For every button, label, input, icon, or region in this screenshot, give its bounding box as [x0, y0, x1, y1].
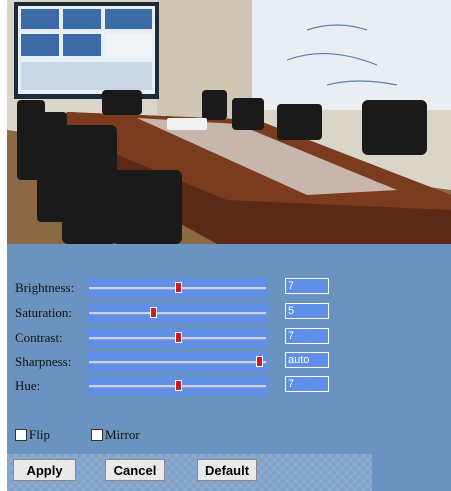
default-button[interactable]: Default — [197, 459, 257, 481]
brightness-slider[interactable] — [87, 278, 268, 298]
brightness-value-field[interactable]: 7 — [285, 278, 329, 294]
sharpness-slider[interactable] — [87, 352, 268, 372]
contrast-row: Contrast: 7 — [7, 328, 451, 348]
saturation-slider-thumb[interactable] — [150, 307, 158, 318]
contrast-slider-thumb[interactable] — [174, 332, 182, 343]
mirror-checkbox[interactable] — [91, 429, 103, 441]
saturation-row: Saturation: 5 — [7, 303, 451, 323]
hue-slider-thumb[interactable] — [174, 380, 182, 391]
brightness-label: Brightness: — [15, 280, 75, 295]
flip-checkbox[interactable] — [15, 429, 27, 441]
sharpness-label: Sharpness: — [15, 354, 72, 369]
apply-button[interactable]: Apply — [13, 459, 76, 481]
brightness-slider-thumb[interactable] — [174, 282, 182, 293]
mirror-option[interactable]: Mirror — [91, 427, 140, 443]
image-settings-panel: Brightness: 7 Saturation: 5 Contrast: 7 … — [7, 244, 451, 491]
sharpness-row: Sharpness: auto — [7, 352, 451, 372]
hue-row: Hue: 7 — [7, 376, 451, 396]
hue-label: Hue: — [15, 378, 41, 393]
contrast-label: Contrast: — [15, 330, 63, 345]
flip-label: Flip — [29, 427, 50, 442]
cancel-button[interactable]: Cancel — [105, 459, 165, 481]
contrast-value-field[interactable]: 7 — [285, 328, 329, 344]
saturation-slider[interactable] — [87, 303, 268, 323]
contrast-slider[interactable] — [87, 328, 268, 348]
sharpness-value-field[interactable]: auto — [285, 352, 329, 368]
camera-preview-image — [7, 0, 451, 244]
saturation-value-field[interactable]: 5 — [285, 303, 329, 319]
conference-room-picture — [7, 0, 451, 244]
button-bar: Apply Cancel Default — [7, 454, 372, 491]
flip-option[interactable]: Flip — [15, 427, 50, 443]
mirror-label: Mirror — [105, 427, 140, 442]
brightness-row: Brightness: 7 — [7, 278, 451, 298]
hue-slider[interactable] — [87, 376, 268, 396]
hue-value-field[interactable]: 7 — [285, 376, 329, 392]
slider-line — [89, 312, 266, 315]
slider-line — [89, 361, 266, 364]
sharpness-slider-thumb[interactable] — [255, 356, 263, 367]
saturation-label: Saturation: — [15, 305, 73, 320]
